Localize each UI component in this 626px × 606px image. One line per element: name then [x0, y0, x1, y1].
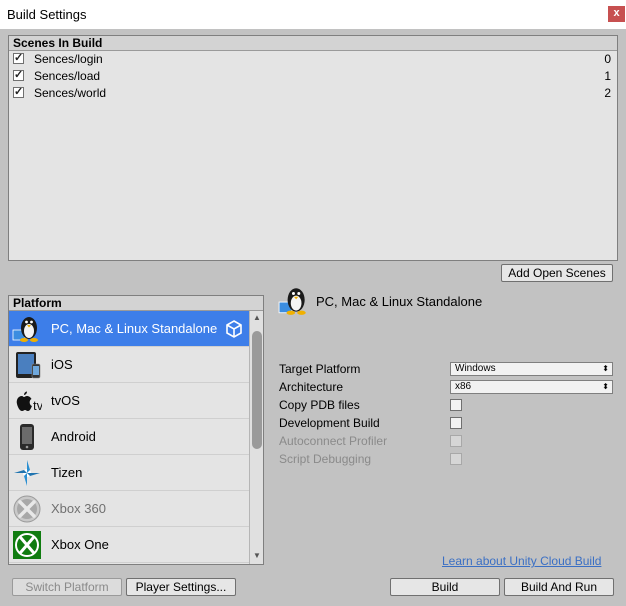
unity-logo-icon — [226, 320, 242, 338]
xbox-one-icon — [13, 531, 41, 559]
platform-list: PC, Mac & Linux Standalone iOS t tvOS An… — [9, 311, 249, 564]
platform-scrollbar[interactable]: ▲ ▼ — [249, 311, 263, 564]
autoconnect-profiler-checkbox — [450, 435, 462, 447]
window-title: Build Settings — [7, 7, 87, 22]
selected-platform-title: PC, Mac & Linux Standalone — [316, 294, 483, 309]
platform-label: PC, Mac & Linux Standalone — [51, 321, 218, 336]
scene-checkbox[interactable]: ✓ — [13, 87, 24, 98]
scrollbar-thumb[interactable] — [252, 331, 262, 449]
scene-name: Sences/load — [34, 69, 101, 83]
scene-index: 2 — [604, 86, 611, 100]
platform-item-tizen[interactable]: Tizen — [9, 455, 249, 491]
target-platform-value: Windows — [455, 363, 496, 374]
autoconnect-profiler-label: Autoconnect Profiler — [279, 434, 388, 448]
add-open-scenes-button[interactable]: Add Open Scenes — [501, 264, 613, 282]
platform-header: Platform — [9, 296, 263, 311]
dropdown-arrow-icon: ⬍ — [602, 382, 609, 391]
platform-item-xbox360[interactable]: Xbox 360 — [9, 491, 249, 527]
dropdown-arrow-icon: ⬍ — [602, 364, 609, 373]
build-settings-window: Scenes In Build ✓ Sences/login 0 ✓ Sence… — [0, 29, 626, 606]
platform-label: tvOS — [51, 393, 80, 408]
appletv-icon: tv — [16, 391, 42, 413]
scene-index: 1 — [604, 69, 611, 83]
scroll-up-icon[interactable]: ▲ — [252, 313, 262, 323]
scroll-down-icon[interactable]: ▼ — [252, 551, 262, 561]
scene-row[interactable]: ✓ Sences/load 1 — [9, 68, 617, 85]
linux-penguin-icon — [278, 288, 306, 315]
unity-cloud-build-link[interactable]: Learn about Unity Cloud Build — [442, 554, 601, 568]
xbox360-icon — [13, 495, 41, 523]
platform-label: Android — [51, 429, 96, 444]
target-platform-dropdown[interactable]: Windows ⬍ — [450, 362, 613, 376]
copy-pdb-label: Copy PDB files — [279, 398, 360, 412]
platform-label: Tizen — [51, 465, 83, 480]
architecture-value: x86 — [455, 381, 472, 392]
platform-label: Xbox One — [51, 537, 109, 552]
build-and-run-button[interactable]: Build And Run — [504, 578, 614, 596]
copy-pdb-checkbox[interactable] — [450, 399, 462, 411]
script-debugging-label: Script Debugging — [279, 452, 372, 466]
linux-penguin-icon — [12, 317, 38, 342]
svg-text:tv: tv — [33, 398, 42, 413]
build-button[interactable]: Build — [390, 578, 500, 596]
architecture-dropdown[interactable]: x86 ⬍ — [450, 380, 613, 394]
scenes-header: Scenes In Build — [9, 36, 617, 51]
platform-item-android[interactable]: Android — [9, 419, 249, 455]
scene-index: 0 — [604, 52, 611, 66]
platform-item-ios[interactable]: iOS — [9, 347, 249, 383]
scene-checkbox[interactable]: ✓ — [13, 53, 24, 64]
platform-item-standalone[interactable]: PC, Mac & Linux Standalone — [9, 311, 249, 347]
scene-row[interactable]: ✓ Sences/world 2 — [9, 85, 617, 102]
scene-name: Sences/world — [34, 86, 107, 100]
platform-label: iOS — [51, 357, 73, 372]
player-settings-button[interactable]: Player Settings... — [126, 578, 236, 596]
architecture-label: Architecture — [279, 380, 344, 394]
platform-item-tvos[interactable]: tv tvOS — [9, 383, 249, 419]
switch-platform-button[interactable]: Switch Platform — [12, 578, 122, 596]
script-debugging-checkbox — [450, 453, 462, 465]
close-button[interactable]: x — [608, 6, 625, 22]
tizen-icon — [14, 460, 40, 486]
development-build-checkbox[interactable] — [450, 417, 462, 429]
platform-label: Xbox 360 — [51, 501, 106, 516]
ipad-icon — [16, 352, 41, 379]
scene-row[interactable]: ✓ Sences/login 0 — [9, 51, 617, 68]
scene-name: Sences/login — [34, 52, 103, 66]
android-phone-icon — [20, 424, 34, 450]
platform-panel: Platform PC, Mac & Linux Standalone iOS … — [8, 295, 264, 565]
platform-item-xbox-one[interactable]: Xbox One — [9, 527, 249, 563]
development-build-label: Development Build — [279, 416, 380, 430]
target-platform-label: Target Platform — [279, 362, 361, 376]
scene-checkbox[interactable]: ✓ — [13, 70, 24, 81]
title-bar: Build Settings x — [0, 0, 626, 29]
scenes-in-build-panel: Scenes In Build ✓ Sences/login 0 ✓ Sence… — [8, 35, 618, 261]
